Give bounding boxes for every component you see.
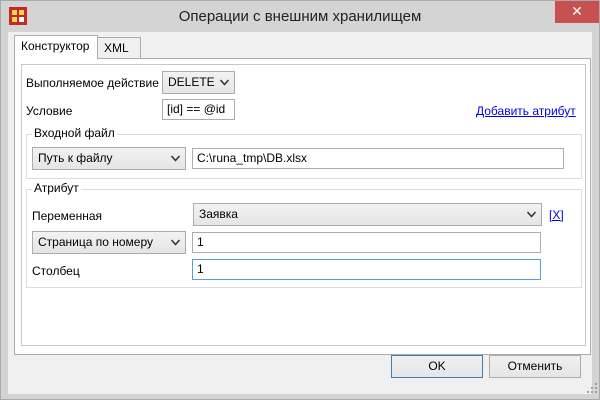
- window-title: Операции с внешним хранилищем: [178, 8, 422, 25]
- column-input[interactable]: 1: [192, 259, 541, 280]
- tab-constructor[interactable]: Конструктор: [14, 35, 98, 59]
- close-icon: ✕: [571, 3, 583, 19]
- tab-xml[interactable]: XML: [97, 37, 141, 59]
- title-bar[interactable]: Операции с внешним хранилищем ✕: [1, 1, 599, 32]
- action-label: Выполняемое действие: [26, 76, 159, 90]
- chevron-down-icon: [171, 155, 180, 162]
- column-label: Столбец: [32, 264, 80, 278]
- ok-button[interactable]: OK: [391, 355, 483, 378]
- chevron-down-icon: [527, 211, 536, 218]
- path-type-select[interactable]: Путь к файлу: [32, 147, 186, 170]
- close-button[interactable]: ✕: [555, 1, 599, 23]
- page-number-input[interactable]: 1: [192, 232, 541, 253]
- chevron-down-icon: [171, 239, 180, 246]
- resize-grip-icon[interactable]: [586, 382, 598, 394]
- constructor-tab-page: Выполняемое действие DELETE Условие [id]…: [14, 58, 591, 355]
- constructor-panel: Выполняемое действие DELETE Условие [id]…: [21, 64, 586, 346]
- variable-label: Переменная: [32, 209, 102, 223]
- action-select-value: DELETE: [168, 75, 215, 89]
- attribute-group-title: Атрибут: [32, 181, 81, 195]
- add-attribute-link[interactable]: Добавить атрибут: [476, 104, 576, 118]
- chevron-down-icon: [220, 79, 229, 86]
- file-path-input[interactable]: C:\runa_tmp\DB.xlsx: [192, 148, 564, 169]
- dialog-client-area: Конструктор XML Выполняемое действие DEL…: [8, 32, 597, 394]
- path-type-select-value: Путь к файлу: [38, 151, 113, 165]
- remove-attribute-link[interactable]: [X]: [549, 208, 564, 222]
- page-type-select-value: Страница по номеру: [38, 235, 153, 249]
- input-file-group-title: Входной файл: [32, 126, 117, 140]
- dialog-window: Операции с внешним хранилищем ✕ Конструк…: [0, 0, 600, 400]
- page-type-select[interactable]: Страница по номеру: [32, 231, 186, 254]
- variable-select[interactable]: Заявка: [193, 203, 542, 226]
- condition-label: Условие: [26, 104, 73, 118]
- cancel-button[interactable]: Отменить: [489, 355, 581, 378]
- condition-input[interactable]: [id] == @id: [162, 99, 235, 120]
- action-select[interactable]: DELETE: [162, 71, 235, 94]
- variable-select-value: Заявка: [199, 207, 238, 221]
